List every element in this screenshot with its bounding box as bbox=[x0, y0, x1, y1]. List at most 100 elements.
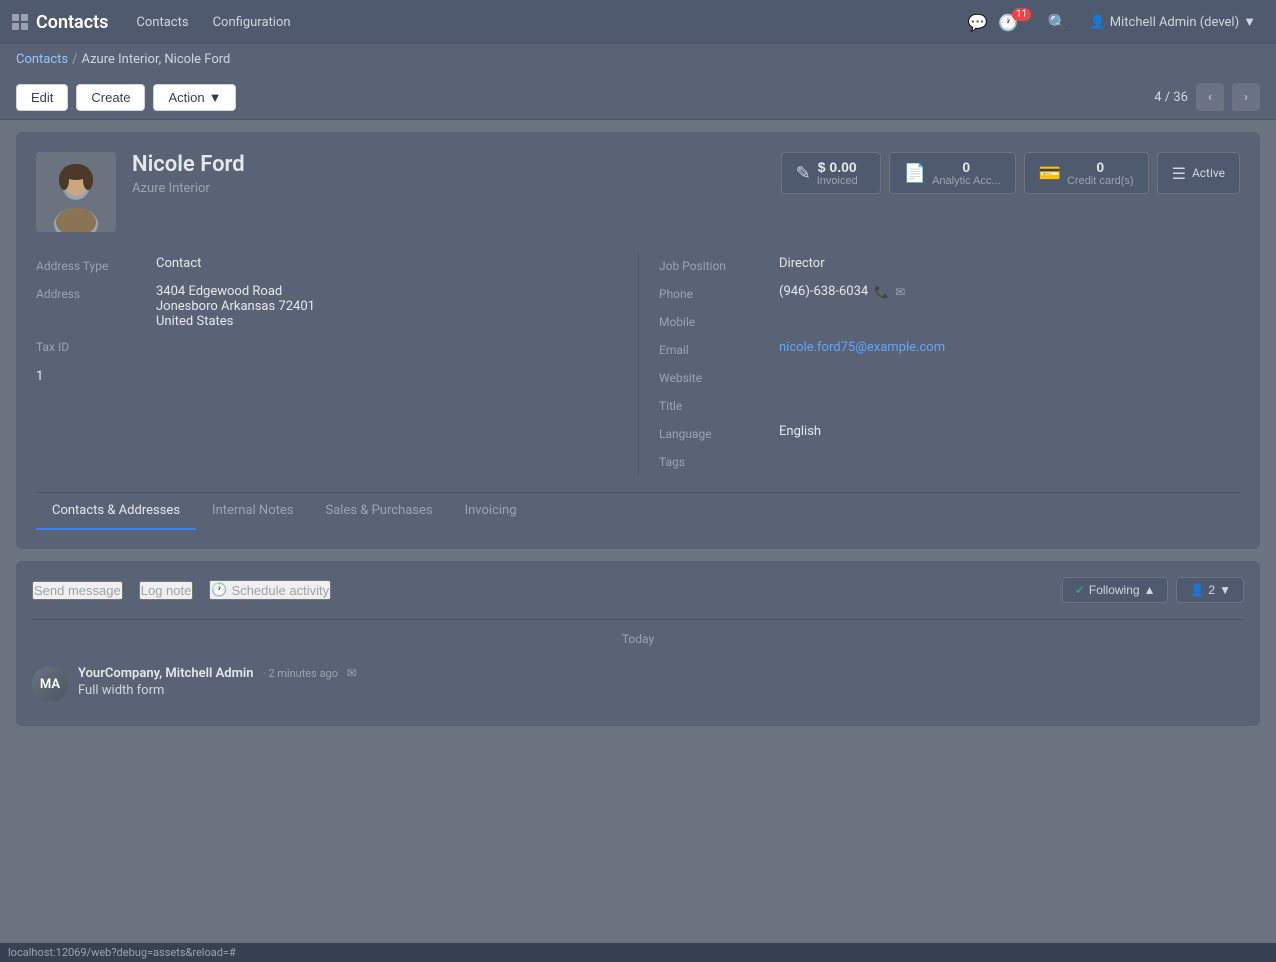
message-avatar-initials: MA bbox=[32, 666, 68, 702]
tab-invoicing[interactable]: Invoicing bbox=[449, 493, 533, 530]
job-position-value: Director bbox=[779, 256, 1240, 271]
address-line1: 3404 Edgewood Road bbox=[156, 284, 618, 299]
website-label: Website bbox=[659, 368, 779, 385]
language-row: Language English bbox=[659, 420, 1240, 448]
phone-call-icon[interactable]: 📞 bbox=[874, 285, 889, 299]
chatter-right: ✓ Following ▲ 👤 2 ▼ bbox=[1062, 577, 1244, 603]
breadcrumb-separator: / bbox=[72, 52, 77, 67]
edit-button[interactable]: Edit bbox=[16, 84, 68, 111]
contact-name-area: Nicole Ford Azure Interior bbox=[132, 152, 781, 196]
phone-value: (946)-638-6034 📞 ✉ bbox=[779, 284, 1240, 299]
credit-cards-info: 0 Credit card(s) bbox=[1067, 159, 1134, 187]
address-line3: United States bbox=[156, 314, 618, 329]
active-badge[interactable]: ☰ Active bbox=[1157, 152, 1240, 194]
email-value[interactable]: nicole.ford75@example.com bbox=[779, 340, 1240, 355]
app-title: Contacts bbox=[36, 12, 108, 33]
discuss-icon[interactable]: 💬 bbox=[962, 6, 994, 38]
send-message-button[interactable]: Send message bbox=[32, 581, 123, 600]
tab-contacts[interactable]: Contacts & Addresses bbox=[36, 493, 196, 530]
next-record-button[interactable]: › bbox=[1232, 83, 1260, 111]
phone-label: Phone bbox=[659, 284, 779, 301]
action-dropdown-icon: ▼ bbox=[209, 90, 222, 105]
tags-label: Tags bbox=[659, 452, 779, 469]
analytic-info: 0 Analytic Acc... bbox=[932, 159, 1000, 187]
section-row: 1 bbox=[36, 361, 618, 392]
breadcrumb-parent[interactable]: Contacts bbox=[16, 52, 68, 67]
address-type-row: Address Type Contact bbox=[36, 252, 618, 280]
phone-row-inner: (946)-638-6034 📞 ✉ bbox=[779, 284, 1240, 299]
title-row: Title bbox=[659, 392, 1240, 420]
followers-icon: 👤 bbox=[1189, 583, 1204, 597]
activity-icon[interactable]: 🕐 11 bbox=[1002, 6, 1034, 38]
user-dropdown-icon: ▼ bbox=[1243, 14, 1256, 30]
tabs-bar: Contacts & Addresses Internal Notes Sale… bbox=[36, 492, 1240, 529]
smart-buttons: ✎ $ 0.00 Invoiced 📄 0 Analytic Acc... 💳 bbox=[781, 152, 1240, 194]
title-label: Title bbox=[659, 396, 779, 413]
analytic-button[interactable]: 📄 0 Analytic Acc... bbox=[889, 152, 1016, 194]
message-item: MA YourCompany, Mitchell Admin · 2 minut… bbox=[32, 658, 1244, 710]
job-position-label: Job Position bbox=[659, 256, 779, 273]
toolbar-right: 4 / 36 ‹ › bbox=[1154, 83, 1260, 111]
language-value: English bbox=[779, 424, 1240, 439]
nav-contacts[interactable]: Contacts bbox=[124, 9, 200, 36]
job-position-row: Job Position Director bbox=[659, 252, 1240, 280]
tab-sales[interactable]: Sales & Purchases bbox=[309, 493, 448, 530]
credit-cards-value: 0 bbox=[1067, 159, 1134, 175]
credit-card-icon: 💳 bbox=[1039, 163, 1061, 184]
contact-card: Nicole Ford Azure Interior ✎ $ 0.00 Invo… bbox=[16, 132, 1260, 549]
language-label: Language bbox=[659, 424, 779, 441]
tags-row: Tags bbox=[659, 448, 1240, 476]
credit-cards-label: Credit card(s) bbox=[1067, 175, 1134, 187]
topnav: Contacts Contacts Configuration 💬 🕐 11 🔍… bbox=[0, 0, 1276, 44]
credit-cards-button[interactable]: 💳 0 Credit card(s) bbox=[1024, 152, 1149, 194]
search-icon[interactable]: 🔍 bbox=[1042, 6, 1074, 38]
chatter-section: Send message Log note 🕐 Schedule activit… bbox=[16, 561, 1260, 726]
followers-dropdown-icon: ▼ bbox=[1219, 583, 1231, 597]
phone-sms-icon[interactable]: ✉ bbox=[895, 285, 905, 299]
mobile-row: Mobile bbox=[659, 308, 1240, 336]
invoiced-info: $ 0.00 Invoiced bbox=[817, 159, 858, 187]
section-number: 1 bbox=[36, 365, 618, 388]
following-button[interactable]: ✓ Following ▲ bbox=[1062, 577, 1169, 603]
address-type-value: Contact bbox=[156, 256, 618, 271]
breadcrumb-current: Azure Interior, Nicole Ford bbox=[82, 52, 231, 67]
tax-id-row: Tax ID bbox=[36, 333, 618, 361]
message-content: YourCompany, Mitchell Admin · 2 minutes … bbox=[78, 666, 1244, 702]
address-row: Address 3404 Edgewood Road Jonesboro Ark… bbox=[36, 280, 618, 333]
message-time: · 2 minutes ago bbox=[263, 667, 341, 680]
schedule-activity-button[interactable]: 🕐 Schedule activity bbox=[209, 580, 331, 600]
log-note-button[interactable]: Log note bbox=[139, 581, 194, 600]
record-counter: 4 / 36 bbox=[1154, 90, 1188, 105]
breadcrumb: Contacts / Azure Interior, Nicole Ford bbox=[0, 44, 1276, 75]
analytic-label: Analytic Acc... bbox=[932, 175, 1000, 187]
nav-configuration[interactable]: Configuration bbox=[201, 9, 303, 36]
invoiced-icon: ✎ bbox=[796, 163, 811, 184]
form-left: Address Type Contact Address 3404 Edgewo… bbox=[36, 252, 638, 476]
invoiced-button[interactable]: ✎ $ 0.00 Invoiced bbox=[781, 152, 881, 194]
following-dropdown-icon: ▲ bbox=[1144, 583, 1156, 597]
user-menu[interactable]: 👤 Mitchell Admin (devel) ▼ bbox=[1082, 10, 1264, 34]
address-value: 3404 Edgewood Road Jonesboro Arkansas 72… bbox=[156, 284, 618, 329]
phone-row: Phone (946)-638-6034 📞 ✉ bbox=[659, 280, 1240, 308]
action-label: Action bbox=[168, 90, 204, 105]
create-button[interactable]: Create bbox=[76, 84, 145, 111]
clock-icon: 🕐 bbox=[211, 582, 227, 598]
avatar-image bbox=[36, 152, 116, 232]
mobile-label: Mobile bbox=[659, 312, 779, 329]
toolbar: Edit Create Action ▼ 4 / 36 ‹ › bbox=[0, 75, 1276, 120]
phone-number: (946)-638-6034 bbox=[779, 284, 868, 299]
message-edit-icon[interactable]: ✉ bbox=[347, 666, 357, 680]
main-content: Nicole Ford Azure Interior ✎ $ 0.00 Invo… bbox=[0, 120, 1276, 952]
website-row: Website bbox=[659, 364, 1240, 392]
following-label: Following bbox=[1089, 583, 1140, 597]
followers-button[interactable]: 👤 2 ▼ bbox=[1176, 577, 1244, 603]
check-icon: ✓ bbox=[1075, 583, 1085, 597]
action-button[interactable]: Action ▼ bbox=[153, 84, 236, 111]
contact-name: Nicole Ford bbox=[132, 152, 781, 177]
contact-header: Nicole Ford Azure Interior ✎ $ 0.00 Invo… bbox=[36, 152, 1240, 232]
prev-record-button[interactable]: ‹ bbox=[1196, 83, 1224, 111]
user-name: Mitchell Admin (devel) bbox=[1110, 15, 1239, 30]
tab-notes[interactable]: Internal Notes bbox=[196, 493, 309, 530]
address-type-label: Address Type bbox=[36, 256, 156, 273]
app-grid-icon[interactable] bbox=[12, 14, 28, 30]
